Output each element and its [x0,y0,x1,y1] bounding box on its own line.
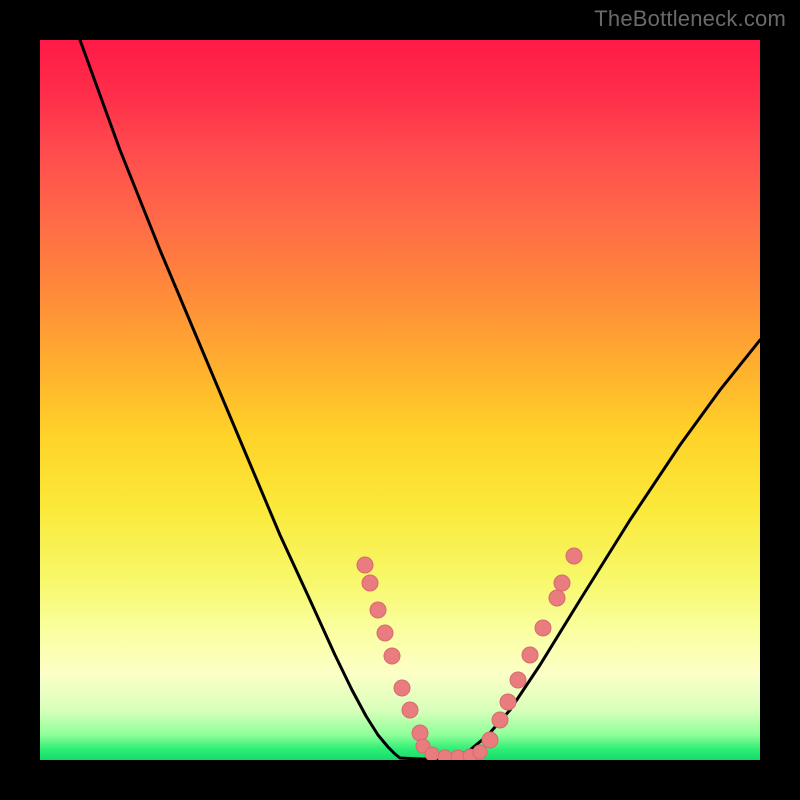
data-marker [438,750,452,760]
bottleneck-curve [80,40,760,759]
data-marker [510,672,526,688]
data-marker [549,590,565,606]
series-lines [80,40,760,759]
data-marker [402,702,418,718]
data-marker [500,694,516,710]
data-marker [412,725,428,741]
data-marker [357,557,373,573]
data-marker [473,745,487,759]
data-marker [492,712,508,728]
data-marker [377,625,393,641]
data-marker [566,548,582,564]
plot-area [40,40,760,760]
data-marker [394,680,410,696]
chart-frame: TheBottleneck.com [0,0,800,800]
watermark-text: TheBottleneck.com [594,6,786,32]
chart-svg [40,40,760,760]
data-marker [554,575,570,591]
data-marker [362,575,378,591]
data-marker [425,747,439,760]
data-marker [482,732,498,748]
data-marker [370,602,386,618]
data-marker [384,648,400,664]
data-marker [522,647,538,663]
data-marker [535,620,551,636]
